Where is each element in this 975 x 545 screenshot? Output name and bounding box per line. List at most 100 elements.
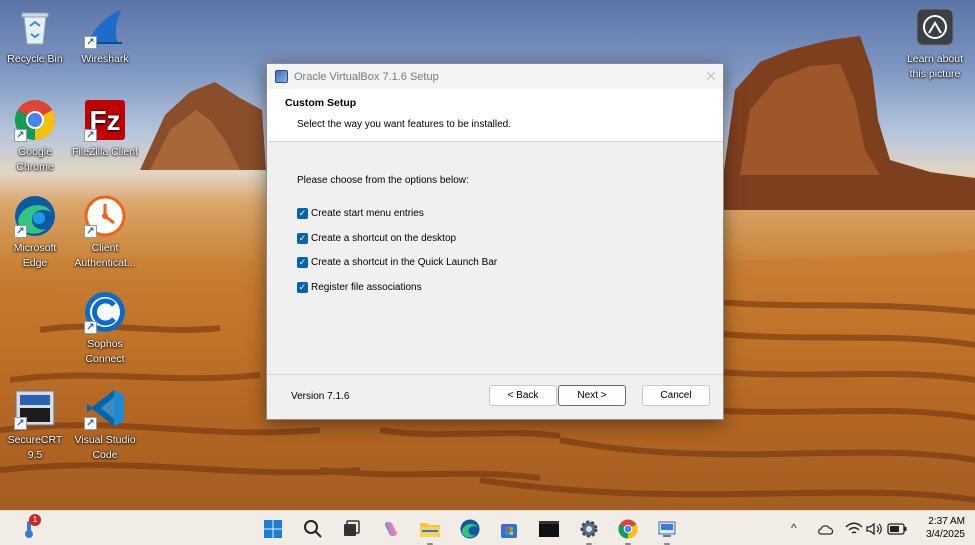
edge-icon [460, 519, 480, 539]
chrome-icon: ↗ [13, 98, 57, 142]
dialog-header: Custom Setup Select the way you want fea… [267, 89, 723, 142]
desktop-icon-securecrt[interactable]: ↗ SecureCRT 9.5 [0, 386, 70, 463]
wifi-icon [845, 522, 863, 534]
desktop-icon-sophos-connect[interactable]: ↗ Sophos Connect [70, 290, 140, 367]
weather-widget[interactable]: 1 [18, 514, 41, 540]
option-quick-launch[interactable]: ✓ Create a shortcut in the Quick Launch … [297, 257, 497, 268]
copilot-icon [385, 522, 397, 536]
filezilla-icon: Fz ↗ [83, 98, 127, 142]
volume-icon [866, 522, 882, 536]
checkbox-checked-icon[interactable]: ✓ [297, 282, 308, 293]
shortcut-arrow-icon: ↗ [84, 36, 97, 49]
task-view-icon [344, 520, 360, 536]
battery-icon [887, 523, 907, 535]
client-authenticator-icon: ↗ [83, 194, 127, 238]
desktop-icon-label: FileZilla Client [72, 146, 138, 158]
desktop-icon-label: Chrome [16, 161, 54, 173]
desktop-icon-wireshark[interactable]: ↗ Wireshark [70, 5, 140, 67]
option-label: Create start menu entries [311, 208, 424, 219]
task-view-button[interactable] [340, 518, 362, 540]
store-icon [501, 524, 517, 538]
shortcut-arrow-icon: ↗ [14, 225, 27, 238]
clock-time: 2:37 AM [928, 516, 965, 527]
checkbox-checked-icon[interactable]: ✓ [297, 208, 308, 219]
notification-badge: 1 [29, 514, 41, 526]
taskbar-microsoft-store[interactable] [498, 518, 520, 540]
options-prompt: Please choose from the options below: [297, 175, 469, 186]
option-file-associations[interactable]: ✓ Register file associations [297, 282, 422, 293]
checkbox-checked-icon[interactable]: ✓ [297, 233, 308, 244]
taskbar-chrome[interactable] [617, 518, 639, 545]
system-clock[interactable]: 2:37 AM 3/4/2025 [926, 515, 965, 541]
desktop-icon-label: Microsoft [13, 242, 57, 254]
tray-chevron-up-icon[interactable]: ^ [791, 521, 797, 535]
desktop-icon-label: Code [92, 449, 118, 461]
windows-logo-icon [264, 520, 282, 538]
wifi-button[interactable] [843, 518, 865, 540]
desktop-icon-microsoft-edge[interactable]: ↗ Microsoft Edge [0, 194, 70, 271]
taskbar: 1 ^ 2:37 AM 3/4/2025 [0, 510, 975, 545]
shortcut-arrow-icon: ↗ [84, 225, 97, 238]
desktop-icon-label: Visual Studio [74, 434, 136, 446]
chrome-icon [618, 519, 638, 539]
close-icon[interactable]: ✕ [699, 65, 723, 89]
recycle-bin-icon [13, 5, 57, 49]
wireshark-icon: ↗ [83, 5, 127, 49]
shortcut-arrow-icon: ↗ [84, 129, 97, 142]
desktop-icon-label: this picture [909, 68, 961, 80]
taskbar-edge[interactable] [459, 518, 481, 540]
desktop-icon-visual-studio-code[interactable]: ↗ Visual Studio Code [70, 386, 140, 463]
desktop-icon-label: Connect [85, 353, 125, 365]
desktop-icon-client-authenticator[interactable]: ↗ Client Authenticat... [70, 194, 140, 271]
cancel-button[interactable]: Cancel [642, 385, 710, 406]
installer-icon [658, 521, 676, 537]
taskbar-file-explorer[interactable] [419, 518, 441, 545]
desktop-icon-label: Authenticat... [74, 257, 136, 269]
option-start-menu[interactable]: ✓ Create start menu entries [297, 208, 424, 219]
checkbox-checked-icon[interactable]: ✓ [297, 257, 308, 268]
option-desktop-shortcut[interactable]: ✓ Create a shortcut on the desktop [297, 233, 456, 244]
battery-button[interactable] [886, 518, 908, 540]
search-icon [304, 520, 322, 538]
dialog-content: Please choose from the options below: ✓ … [267, 142, 723, 374]
option-label: Register file associations [311, 282, 422, 293]
shortcut-arrow-icon: ↗ [84, 321, 97, 334]
desktop-icon-learn-about-picture[interactable]: Learn about this picture [900, 5, 970, 82]
dialog-title: Oracle VirtualBox 7.1.6 Setup [294, 70, 439, 83]
desktop-icon-label: Learn about [906, 53, 964, 65]
volume-button[interactable] [864, 518, 886, 540]
option-label: Create a shortcut in the Quick Launch Ba… [311, 257, 498, 268]
desktop-icon-google-chrome[interactable]: ↗ Google Chrome [0, 98, 70, 175]
dialog-footer: Version 7.1.6 < Back Next > Cancel [267, 374, 723, 419]
desktop-icon-recycle-bin[interactable]: Recycle Bin [0, 5, 70, 67]
taskbar-virtualbox-installer[interactable] [656, 518, 678, 545]
taskbar-settings[interactable] [578, 518, 600, 545]
page-title: Custom Setup [285, 97, 357, 109]
securecrt-icon: ↗ [13, 386, 57, 430]
version-label: Version 7.1.6 [291, 391, 350, 402]
shortcut-arrow-icon: ↗ [14, 129, 27, 142]
search-button[interactable] [302, 518, 324, 540]
edge-icon: ↗ [13, 194, 57, 238]
taskbar-copilot[interactable] [380, 518, 402, 540]
cloud-icon [818, 525, 834, 535]
back-button[interactable]: < Back [489, 385, 557, 406]
gear-icon [580, 520, 598, 538]
desktop-icon-label: Google [18, 146, 52, 158]
clock-date: 3/4/2025 [926, 529, 965, 540]
dialog-titlebar[interactable]: Oracle VirtualBox 7.1.6 Setup ✕ [267, 64, 723, 89]
sophos-connect-icon: ↗ [83, 290, 127, 334]
terminal-icon [539, 521, 559, 537]
shortcut-arrow-icon: ↗ [14, 417, 27, 430]
next-button[interactable]: Next > [558, 385, 626, 406]
start-button[interactable] [262, 518, 284, 540]
camera-info-icon [913, 5, 957, 49]
taskbar-terminal[interactable] [538, 518, 560, 540]
desktop-icon-label: Client [91, 242, 119, 254]
desktop-icon-filezilla[interactable]: Fz ↗ FileZilla Client [70, 98, 140, 160]
onedrive-button[interactable] [815, 518, 837, 540]
vscode-icon: ↗ [83, 386, 127, 430]
desktop-icon-label: SecureCRT 9.5 [7, 434, 63, 461]
desktop-icon-label: Edge [22, 257, 48, 269]
setup-dialog: Oracle VirtualBox 7.1.6 Setup ✕ Custom S… [266, 63, 724, 420]
